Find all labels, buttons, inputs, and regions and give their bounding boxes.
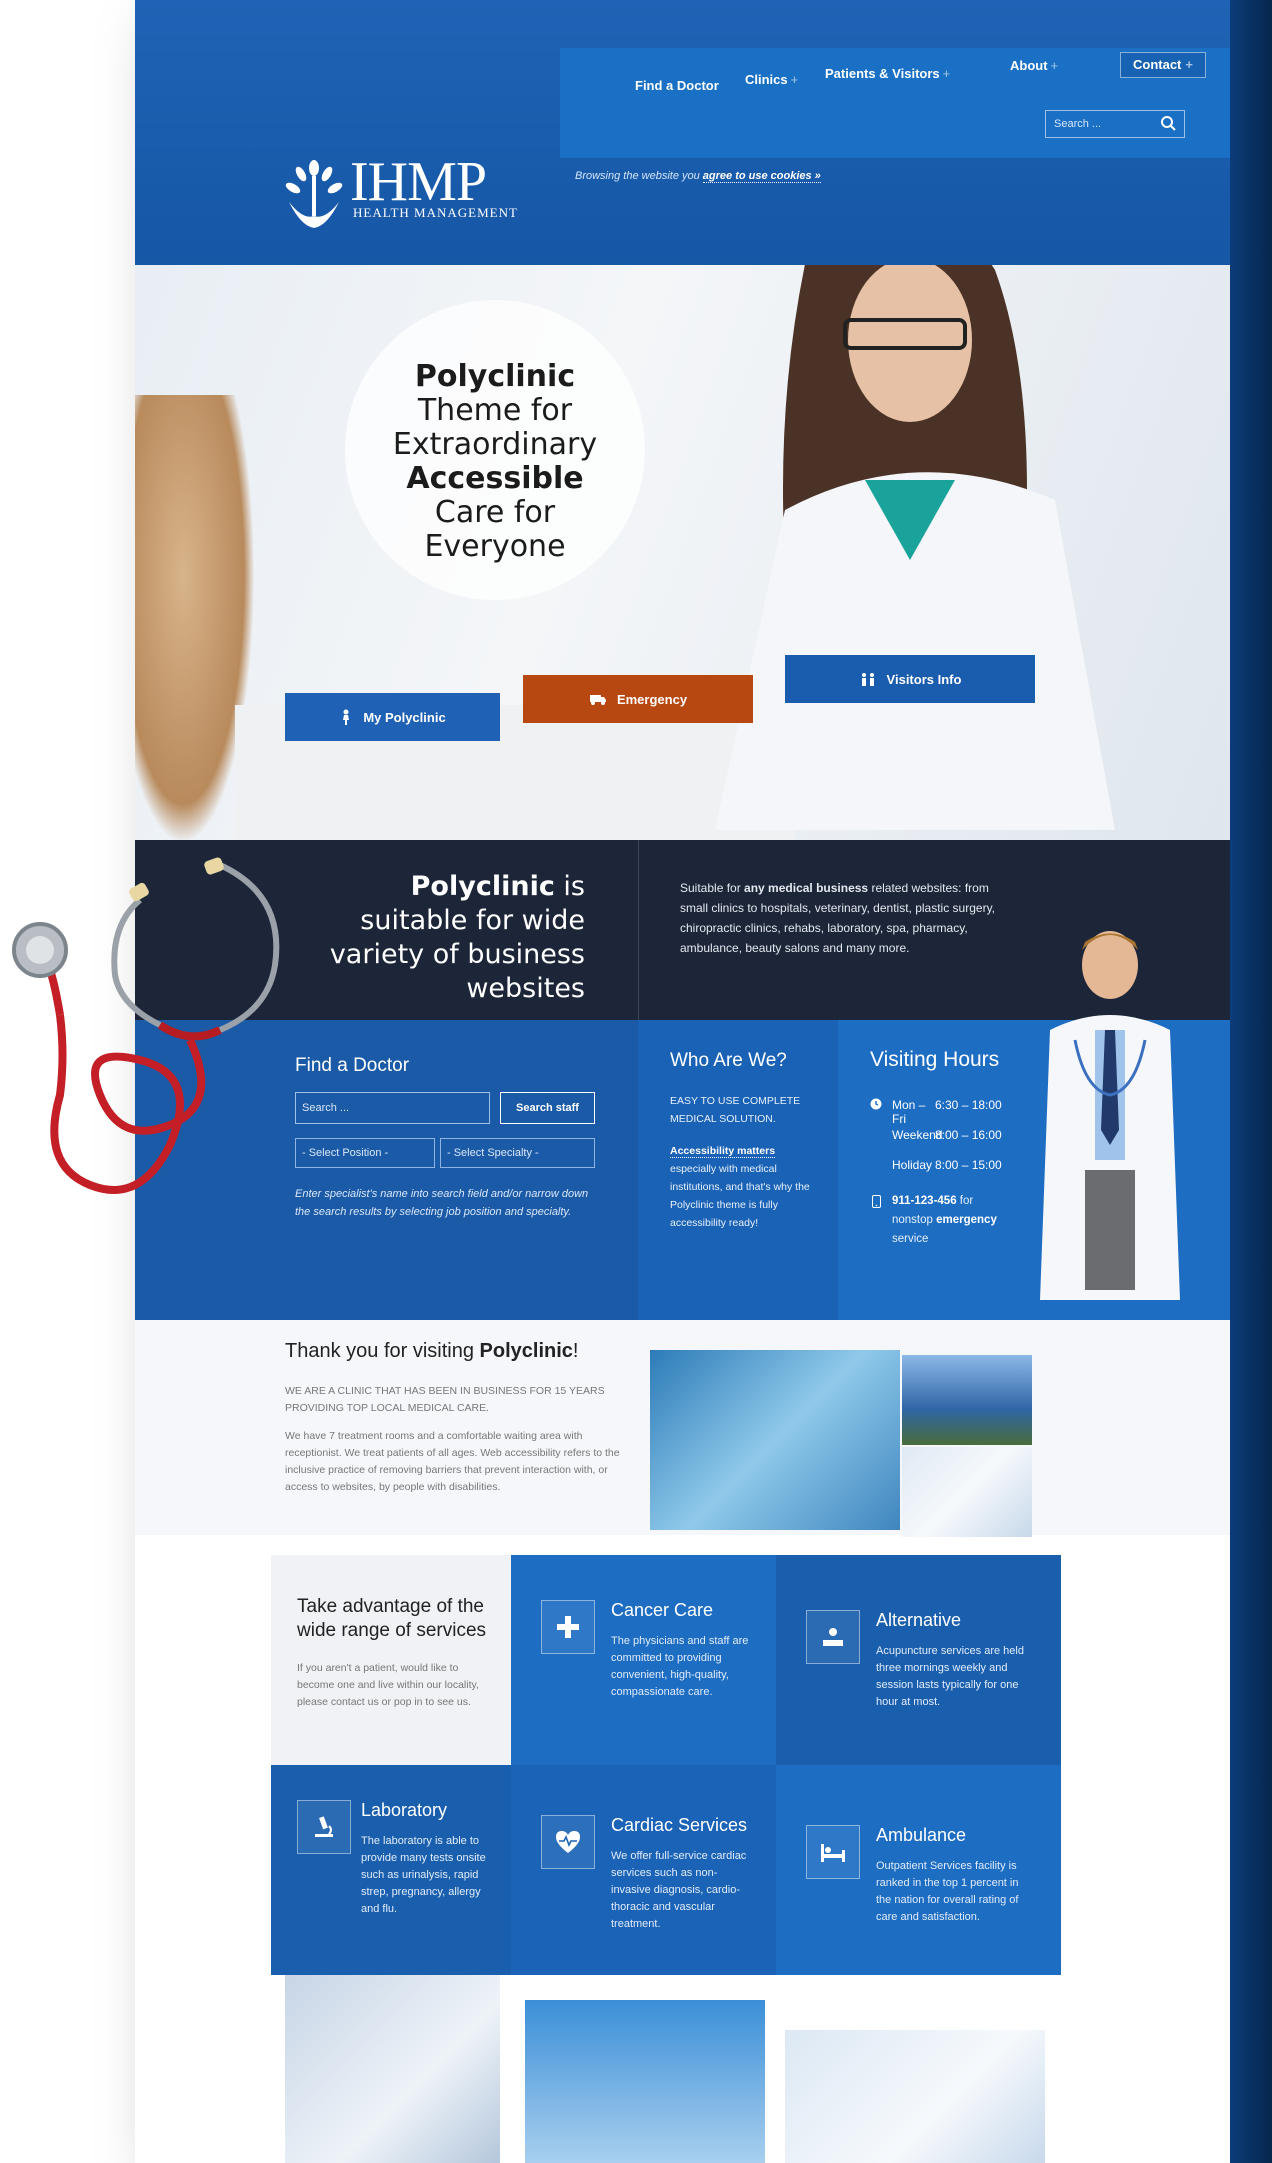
ambulance-icon (589, 695, 606, 705)
services-intro-title: Take advantage of the wide range of serv… (297, 1596, 487, 1641)
cookie-link[interactable]: agree to use cookies » (702, 170, 821, 183)
page-edge-decoration (1230, 0, 1272, 2163)
service-card-ambulance[interactable]: Ambulance Outpatient Services facility i… (776, 1765, 1061, 1975)
service-card-laboratory[interactable]: Laboratory The laboratory is able to pro… (271, 1765, 511, 1975)
service-title: Cardiac Services (611, 1815, 748, 1835)
cookie-notice: Browsing the website you agree to use co… (575, 170, 821, 183)
logo-tree-icon[interactable] (285, 160, 343, 230)
hours-row: Mon – Fri 6:30 – 18:00 (892, 1098, 1002, 1126)
service-text: The laboratory is able to provide many t… (361, 1835, 486, 1915)
services-grid: Take advantage of the wide range of serv… (271, 1555, 1061, 1975)
header-search-input[interactable]: Search ... (1045, 110, 1185, 138)
hero-line-4: Accessible (406, 461, 584, 496)
nav-clinics[interactable]: Clinics + (745, 72, 798, 87)
service-title: Alternative (876, 1610, 962, 1630)
services-intro: Take advantage of the wide range of serv… (271, 1555, 511, 1765)
plus-icon: + (790, 72, 799, 87)
stethoscope-image (12, 857, 280, 1194)
plus-icon (541, 1600, 595, 1654)
hospital-bed-icon (806, 1825, 860, 1879)
workspace-image (285, 1975, 500, 2163)
accessibility-link[interactable]: Accessibility matters (670, 1145, 776, 1158)
divider (638, 840, 639, 1020)
service-text: Outpatient Services facility is ranked i… (876, 1860, 1019, 1923)
male-doctor-image (1040, 931, 1180, 1300)
visiting-hours-title: Visiting Hours (870, 1048, 1000, 1071)
nav-find-doctor[interactable]: Find a Doctor (635, 78, 719, 93)
building-image (902, 1355, 1032, 1445)
person-walking-icon (343, 709, 350, 725)
hero-doctor-image (715, 265, 1115, 830)
family-icon (861, 673, 874, 686)
hours-row: Holiday 8:00 – 15:00 (892, 1158, 1002, 1172)
microscope-icon (297, 1800, 351, 1854)
hero-line-1: Polyclinic (414, 359, 576, 394)
nav-about[interactable]: About + (1010, 58, 1058, 73)
find-doctor-title: Find a Doctor (295, 1055, 410, 1076)
service-title: Laboratory (361, 1800, 448, 1820)
welcome-intro: We are a clinic that has been in busines… (285, 1385, 605, 1414)
my-polyclinic-button[interactable]: My Polyclinic (285, 693, 500, 741)
suitable-heading: Polyclinic is suitable for wide variety … (329, 871, 585, 1004)
who-are-we-text: EASY TO USE COMPLETE MEDICAL SOLUTION. A… (670, 1095, 810, 1229)
doctor-clipboard-image (902, 1447, 1032, 1537)
phone-number[interactable]: 911-123-456 (892, 1195, 957, 1207)
child-patient-image (525, 2000, 765, 2163)
service-card-alternative[interactable]: Alternative Acupuncture services are hel… (776, 1555, 1061, 1765)
plus-icon: + (1185, 57, 1193, 72)
services-intro-text: If you aren't a patient, would like to b… (297, 1662, 479, 1708)
visitors-info-button[interactable]: Visitors Info (785, 655, 1035, 703)
staff-search-input[interactable]: Search ... (295, 1092, 490, 1124)
nav-patients-visitors[interactable]: Patients & Visitors + (825, 66, 950, 81)
service-title: Ambulance (876, 1825, 967, 1845)
phone-info: 911-123-456 for nonstop emergency servic… (892, 1195, 997, 1245)
service-title: Cancer Care (611, 1600, 714, 1620)
welcome-title: Thank you for visiting Polyclinic! (285, 1340, 579, 1362)
hero-line-6: Everyone (424, 529, 566, 564)
service-text: The physicians and staff are committed t… (611, 1635, 749, 1698)
hero-line-3: Extraordinary (392, 427, 598, 462)
hero-section: Polyclinic Theme for Extraordinary Acces… (135, 265, 1230, 840)
service-card-cancer-care[interactable]: Cancer Care The physicians and staff are… (511, 1555, 776, 1765)
find-doctor-hint: Enter specialist's name into search fiel… (295, 1188, 589, 1218)
logo-subtitle: HEALTH MANAGEMENT (353, 205, 518, 220)
search-staff-button[interactable]: Search staff (500, 1092, 595, 1124)
position-select[interactable]: - Select Position - (295, 1138, 435, 1168)
hero-line-5: Care for (434, 495, 556, 530)
emergency-button[interactable]: Emergency (523, 675, 753, 723)
who-are-we-title: Who Are We? (670, 1050, 787, 1071)
specialty-select[interactable]: - Select Specialty - (440, 1138, 595, 1168)
hero-line-2: Theme for (417, 393, 573, 428)
search-icon[interactable] (1160, 115, 1176, 131)
plus-icon: + (942, 66, 951, 81)
nav-contact-button[interactable]: Contact + (1120, 52, 1206, 78)
welcome-body: We have 7 treatment rooms and a comforta… (285, 1430, 620, 1493)
spa-icon (806, 1610, 860, 1664)
site-header: Find a Doctor Clinics + Patients & Visito… (135, 0, 1230, 265)
hours-row: Weekend 8:00 – 16:00 (892, 1128, 1002, 1142)
plus-icon: + (1050, 58, 1059, 73)
suitable-text: Suitable for any medical business relate… (680, 881, 996, 955)
service-text: We offer full-service cardiac services s… (611, 1850, 747, 1930)
heart-pulse-icon (541, 1815, 595, 1869)
service-card-cardiac-services[interactable]: Cardiac Services We offer full-service c… (511, 1765, 776, 1975)
laboratory-image (650, 1350, 900, 1530)
service-text: Acupuncture services are held three morn… (876, 1645, 1024, 1708)
doctor-stethoscope-image (785, 2030, 1045, 2163)
